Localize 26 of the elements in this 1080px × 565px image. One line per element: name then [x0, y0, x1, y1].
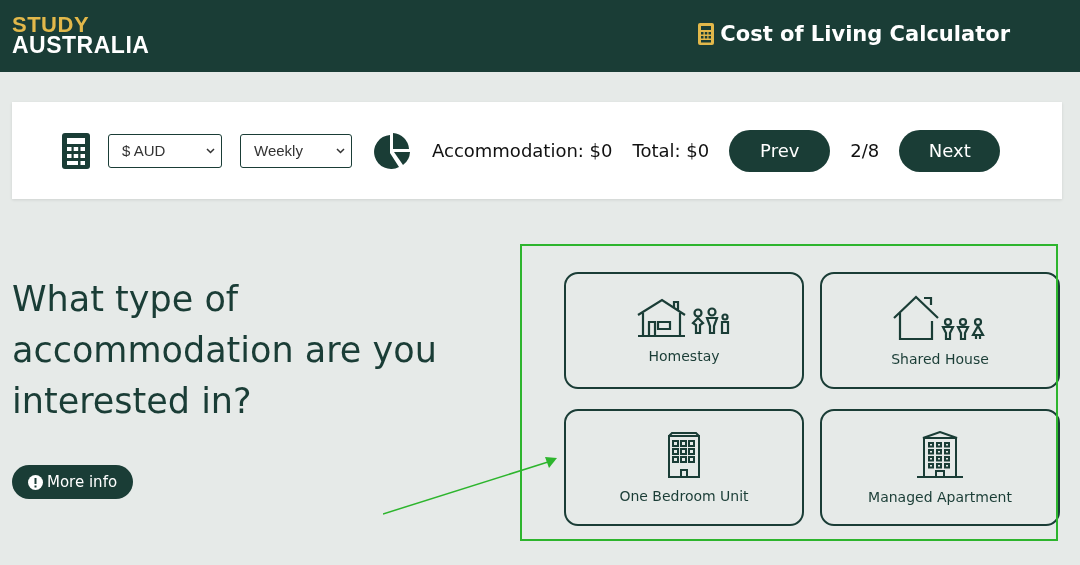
accommodation-option[interactable]: One Bedroom Unit: [564, 409, 804, 526]
chevron-icon: [206, 147, 215, 154]
accommodation-option[interactable]: Shared House: [820, 272, 1060, 389]
step-counter: 2/8: [850, 140, 880, 161]
accommodation-option[interactable]: Managed Apartment: [820, 409, 1060, 526]
page-title: Cost of Living Calculator: [720, 22, 1010, 46]
accommodation-total: Accommodation: $0: [432, 140, 613, 161]
currency-dropdown[interactable]: $ AUD: [108, 133, 222, 168]
exclamation-icon: [28, 474, 43, 490]
prev-button[interactable]: Prev: [729, 129, 831, 172]
more-info-button[interactable]: More info: [12, 465, 134, 499]
logo-text: STUDY: [12, 14, 90, 35]
accommodation-option[interactable]: Homestay: [564, 272, 804, 389]
question-heading: What type of accommodation are you interested in?: [12, 278, 438, 423]
next-button[interactable]: Next: [899, 129, 1001, 172]
building-icon: [666, 431, 702, 478]
logo-text: AUSTRALIA: [12, 34, 150, 55]
pie-chart-icon: [372, 131, 412, 170]
period-dropdown[interactable]: Weekly: [240, 133, 352, 168]
calculator-icon: [62, 132, 90, 169]
house-family-icon: [637, 297, 731, 338]
house-people-icon: [893, 294, 987, 341]
grand-total: Total: $0: [632, 140, 710, 161]
apartment-building-icon: [916, 430, 964, 479]
chevron-icon: [336, 147, 345, 154]
calculator-icon: [698, 23, 715, 45]
